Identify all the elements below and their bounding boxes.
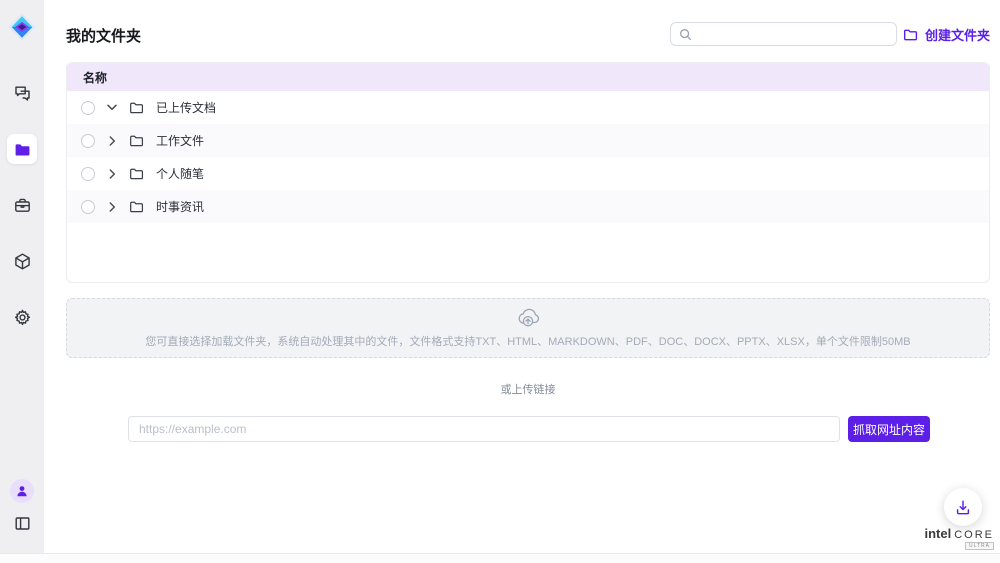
create-folder-label: 创建文件夹 [925, 25, 990, 44]
table-header-name: 名称 [67, 63, 989, 91]
sidebar-item-settings[interactable] [7, 302, 37, 332]
diamond-logo-icon [7, 12, 37, 42]
table-row-personal-notes[interactable]: 个人随笔 [67, 157, 989, 190]
page-title: 我的文件夹 [66, 25, 141, 46]
download-icon [954, 498, 972, 516]
fetch-url-button[interactable]: 抓取网址内容 [848, 416, 930, 442]
chevron-right-icon[interactable] [106, 201, 118, 213]
download-button[interactable] [944, 488, 982, 526]
folder-filled-icon [14, 141, 31, 158]
sidebar-item-chat[interactable] [7, 78, 37, 108]
folder-icon [129, 133, 144, 148]
intel-wordmark: intel [924, 526, 951, 541]
search-input[interactable] [698, 27, 888, 41]
user-avatar[interactable] [10, 479, 34, 503]
folder-name: 个人随笔 [156, 165, 204, 182]
bottom-edge-strip [0, 553, 1000, 563]
sidebar-item-briefcase[interactable] [7, 190, 37, 220]
main-content: 我的文件夹 创建文件夹 名称 [44, 0, 1000, 553]
folder-icon [129, 166, 144, 181]
core-wordmark: core [954, 529, 994, 541]
folder-plus-icon [903, 27, 918, 42]
chat-icon [13, 84, 32, 103]
sidebar-nav [7, 78, 37, 332]
panel-toggle-button[interactable] [10, 511, 34, 535]
table-row-uploaded-docs[interactable]: 已上传文档 [67, 91, 989, 124]
upload-dropzone[interactable]: 您可直接选择加载文件夹，系统自动处理其中的文件，文件格式支持TXT、HTML、M… [66, 298, 990, 358]
folder-name: 工作文件 [156, 132, 204, 149]
cloud-upload-icon [515, 307, 541, 329]
row-checkbox[interactable] [81, 101, 95, 115]
url-input[interactable] [128, 416, 840, 442]
ultra-badge: ultra [965, 542, 994, 550]
sidebar-item-folders[interactable] [7, 134, 37, 164]
folder-icon [129, 199, 144, 214]
search-icon [679, 28, 692, 41]
chevron-right-icon[interactable] [106, 135, 118, 147]
cube-icon [13, 252, 32, 271]
upload-description: 您可直接选择加载文件夹，系统自动处理其中的文件，文件格式支持TXT、HTML、M… [145, 333, 910, 349]
chevron-down-icon[interactable] [106, 102, 118, 114]
table-row-news[interactable]: 时事资讯 [67, 190, 989, 223]
briefcase-icon [13, 196, 32, 215]
app-logo [6, 8, 38, 46]
link-upload-divider: 或上传链接 [66, 381, 990, 397]
sidebar-item-cube[interactable] [7, 246, 37, 276]
chevron-right-icon[interactable] [106, 168, 118, 180]
folder-table: 名称 已上传文档 工作文件 [66, 62, 990, 283]
row-checkbox[interactable] [81, 167, 95, 181]
sidebar [0, 0, 44, 553]
table-row-work-files[interactable]: 工作文件 [67, 124, 989, 157]
sidebar-bottom [10, 479, 34, 535]
search-box[interactable] [670, 22, 897, 46]
folder-name: 时事资讯 [156, 198, 204, 215]
create-folder-button[interactable]: 创建文件夹 [903, 24, 990, 44]
folder-icon [129, 100, 144, 115]
row-checkbox[interactable] [81, 200, 95, 214]
panel-toggle-icon [14, 515, 31, 532]
folder-name: 已上传文档 [156, 99, 216, 116]
intel-core-logo: intel core ultra [932, 526, 994, 550]
person-icon [15, 484, 29, 498]
row-checkbox[interactable] [81, 134, 95, 148]
gear-icon [13, 308, 32, 327]
